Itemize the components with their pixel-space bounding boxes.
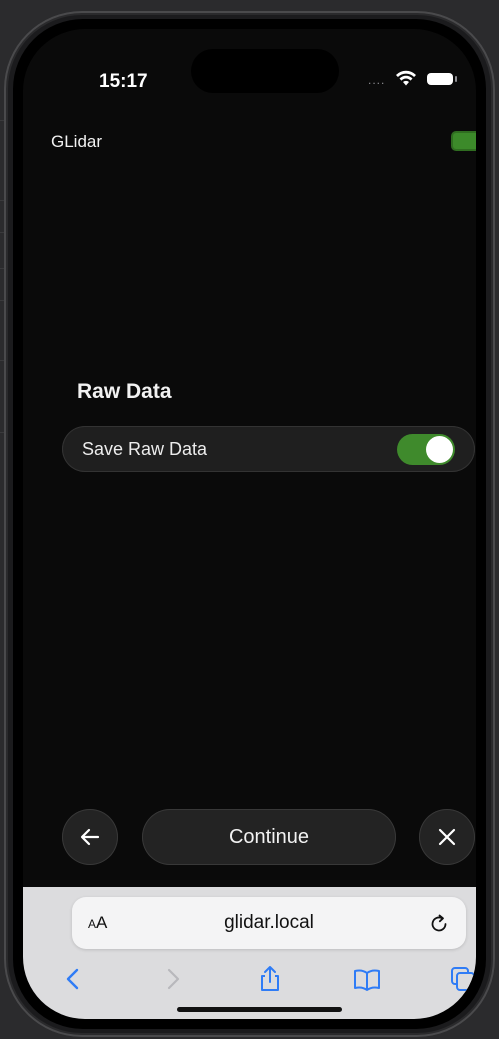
reload-icon[interactable] bbox=[428, 912, 450, 934]
home-indicator[interactable] bbox=[177, 1007, 342, 1012]
save-raw-data-toggle[interactable] bbox=[397, 434, 455, 465]
url-text[interactable]: glidar.local bbox=[72, 912, 466, 934]
close-button[interactable] bbox=[419, 809, 475, 865]
simulator-window: 15:17 .... GLidar Raw Data Save Raw Data bbox=[0, 0, 499, 1039]
phone-screen: 15:17 .... GLidar Raw Data Save Raw Data bbox=[23, 29, 476, 1019]
toggle-knob bbox=[426, 436, 453, 463]
share-icon[interactable] bbox=[256, 965, 284, 993]
browser-bar: AA glidar.local bbox=[23, 887, 476, 1019]
save-raw-data-row: Save Raw Data bbox=[62, 426, 475, 472]
book-icon[interactable] bbox=[353, 965, 381, 993]
phone-frame: 15:17 .... GLidar Raw Data Save Raw Data bbox=[4, 11, 495, 1037]
tabs-icon[interactable] bbox=[449, 965, 476, 993]
back-button[interactable] bbox=[62, 809, 118, 865]
section-heading-raw-data: Raw Data bbox=[77, 380, 172, 403]
wifi-icon bbox=[396, 70, 416, 86]
phone-bezel: 15:17 .... GLidar Raw Data Save Raw Data bbox=[13, 19, 486, 1029]
close-icon bbox=[438, 828, 456, 846]
chevron-left-icon[interactable] bbox=[59, 965, 87, 993]
signal-icon: .... bbox=[368, 73, 386, 87]
battery-full-icon bbox=[453, 133, 476, 149]
status-time: 15:17 bbox=[99, 71, 148, 92]
save-raw-data-label: Save Raw Data bbox=[82, 439, 208, 459]
chevron-right-icon[interactable] bbox=[159, 965, 187, 993]
address-bar[interactable]: AA glidar.local bbox=[72, 897, 466, 949]
battery-icon bbox=[427, 73, 457, 85]
app-title: GLidar bbox=[51, 132, 103, 151]
arrow-left-icon bbox=[80, 828, 100, 846]
continue-button[interactable]: Continue bbox=[142, 809, 396, 865]
dynamic-island bbox=[191, 49, 339, 93]
